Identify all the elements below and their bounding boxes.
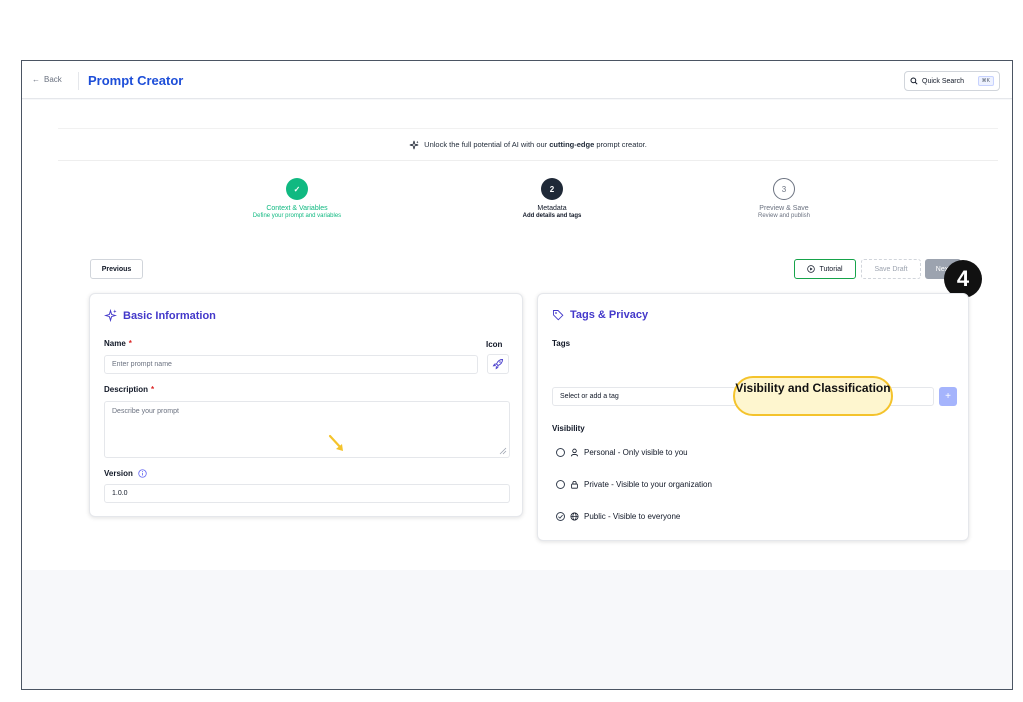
- top-bar: ← Back Prompt Creator Quick Search ⌘K: [22, 61, 1012, 99]
- basic-information-card: Basic Information Name * Icon Enter promp…: [89, 293, 523, 517]
- version-input[interactable]: 1.0.0: [104, 484, 510, 503]
- promo-banner: Unlock the full potential of AI with our…: [58, 128, 998, 161]
- step-metadata[interactable]: 2 Metadata Add details and tags: [462, 178, 642, 219]
- app-window: ← Back Prompt Creator Quick Search ⌘K Un…: [21, 60, 1013, 690]
- add-tag-button[interactable]: +: [939, 387, 957, 406]
- name-label: Name *: [104, 339, 132, 348]
- cursor-arrow-icon: [328, 434, 343, 451]
- search-icon: [910, 77, 918, 85]
- card-title: Basic Information: [104, 309, 216, 322]
- radio-button[interactable]: [556, 480, 565, 489]
- lock-icon: [571, 480, 578, 489]
- quick-search-button[interactable]: Quick Search ⌘K: [904, 71, 1000, 91]
- step-number: 3: [773, 178, 795, 200]
- sparkles-icon: [104, 309, 117, 322]
- step-title: Preview & Save: [759, 205, 809, 212]
- radio-button[interactable]: [556, 448, 565, 457]
- step-number: 2: [541, 178, 563, 200]
- banner-text: Unlock the full potential of AI with our…: [424, 140, 647, 149]
- tutorial-button[interactable]: Tutorial: [794, 259, 856, 279]
- play-circle-icon: [807, 265, 816, 273]
- visibility-option-public[interactable]: Public - Visible to everyone: [556, 512, 680, 521]
- step-subtitle: Add details and tags: [522, 213, 582, 219]
- tutorial-label: Tutorial: [819, 265, 843, 273]
- quick-search-label: Quick Search: [922, 77, 965, 85]
- header-divider: [78, 72, 79, 90]
- check-icon: ✓: [286, 178, 308, 200]
- main-content: Unlock the full potential of AI with our…: [22, 100, 1012, 570]
- resize-handle-icon[interactable]: [499, 447, 507, 455]
- user-icon: [570, 448, 579, 457]
- icon-picker-button[interactable]: [487, 354, 509, 374]
- radio-button-selected[interactable]: [556, 512, 565, 521]
- save-draft-button[interactable]: Save Draft: [861, 259, 921, 279]
- tag-icon: [553, 310, 564, 321]
- shortcut-badge: ⌘K: [977, 76, 994, 86]
- step-subtitle: Review and publish: [757, 213, 811, 219]
- previous-button[interactable]: Previous: [90, 259, 143, 279]
- step-preview-save[interactable]: 3 Preview & Save Review and publish: [694, 178, 874, 219]
- back-button[interactable]: ← Back: [32, 75, 62, 84]
- visibility-option-personal[interactable]: Personal - Only visible to you: [556, 448, 688, 457]
- visibility-label: Visibility: [552, 424, 585, 433]
- check-icon: [558, 514, 563, 519]
- version-label: Version: [104, 469, 147, 478]
- arrow-left-icon: ←: [32, 75, 40, 84]
- page-title: Prompt Creator: [88, 73, 184, 88]
- step-title: Context & Variables: [266, 205, 328, 212]
- rocket-icon: [492, 359, 503, 370]
- card-title: Tags & Privacy: [552, 309, 648, 321]
- info-icon[interactable]: [138, 469, 147, 478]
- sparkles-icon: [409, 140, 419, 149]
- description-textarea[interactable]: Describe your prompt: [104, 401, 510, 458]
- icon-label: Icon: [486, 340, 503, 349]
- back-label: Back: [44, 75, 62, 84]
- visibility-option-private[interactable]: Private - Visible to your organization: [556, 480, 712, 489]
- step-subtitle: Define your prompt and variables: [252, 213, 342, 219]
- tags-label: Tags: [552, 339, 571, 348]
- name-input[interactable]: Enter prompt name: [104, 355, 478, 374]
- globe-icon: [570, 512, 579, 521]
- step-title: Metadata: [537, 205, 567, 212]
- tags-privacy-card: Tags & Privacy Tags Select or add a tag …: [537, 293, 969, 541]
- annotation-callout: Visibility and Classification: [733, 376, 893, 416]
- step-context-variables[interactable]: ✓ Context & Variables Define your prompt…: [207, 178, 387, 219]
- description-label: Description *: [104, 385, 155, 394]
